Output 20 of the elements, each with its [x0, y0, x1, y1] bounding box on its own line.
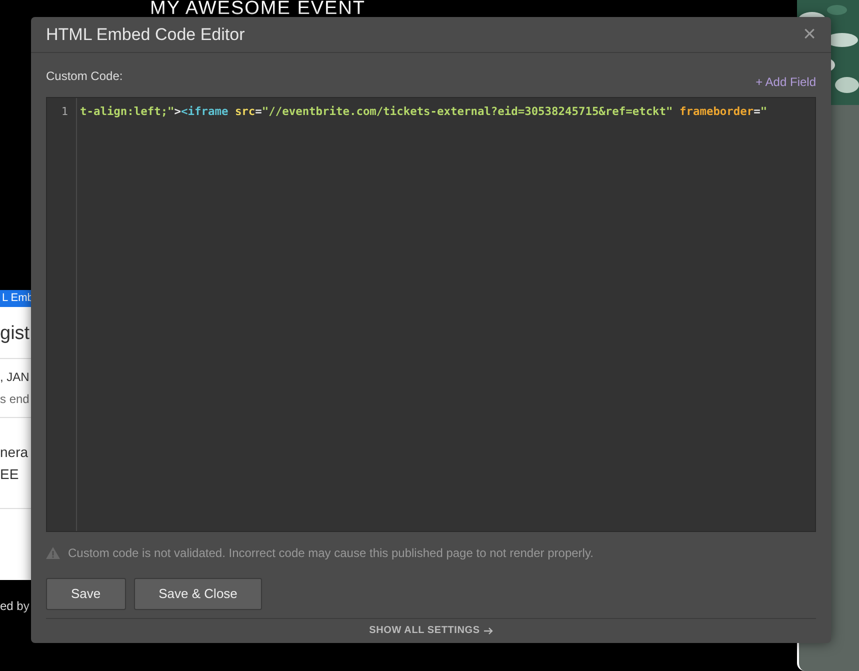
dialog-title: HTML Embed Code Editor [46, 24, 245, 46]
line-number: 1 [60, 104, 68, 120]
warning-icon [46, 546, 60, 559]
ticket-price: EE [0, 465, 19, 484]
field-label: Custom Code: [46, 68, 123, 85]
panel-title: gist [0, 322, 30, 346]
event-date: , JAN [0, 369, 30, 386]
warning-text: Custom code is not validated. Incorrect code may cause this published page to not render properly. [68, 544, 594, 562]
save-button[interactable]: Save [46, 578, 126, 610]
arrow-icon [484, 626, 493, 635]
sales-note: s end [0, 391, 30, 408]
code-editor[interactable]: 1 t-align:left;"><iframe src="//eventbrite.com/tickets-external?eid=30538245715&ref=etckt" frameborder=" [46, 96, 816, 532]
save-close-button[interactable]: Save & Close [134, 578, 262, 610]
event-heading: MY AWESOME EVENT [150, 0, 366, 17]
footer-text: ed by [0, 598, 30, 615]
add-field-link[interactable]: + Add Field [756, 72, 816, 91]
code-line: t-align:left;"><iframe src="//eventbrite.com/tickets-external?eid=30538245715&ref=etckt" frameborder=" [79, 104, 768, 120]
close-button[interactable]: × [803, 23, 816, 46]
show-settings-link[interactable]: SHOW ALL SETTINGS [369, 623, 493, 638]
ticket-name: nera [0, 443, 28, 462]
